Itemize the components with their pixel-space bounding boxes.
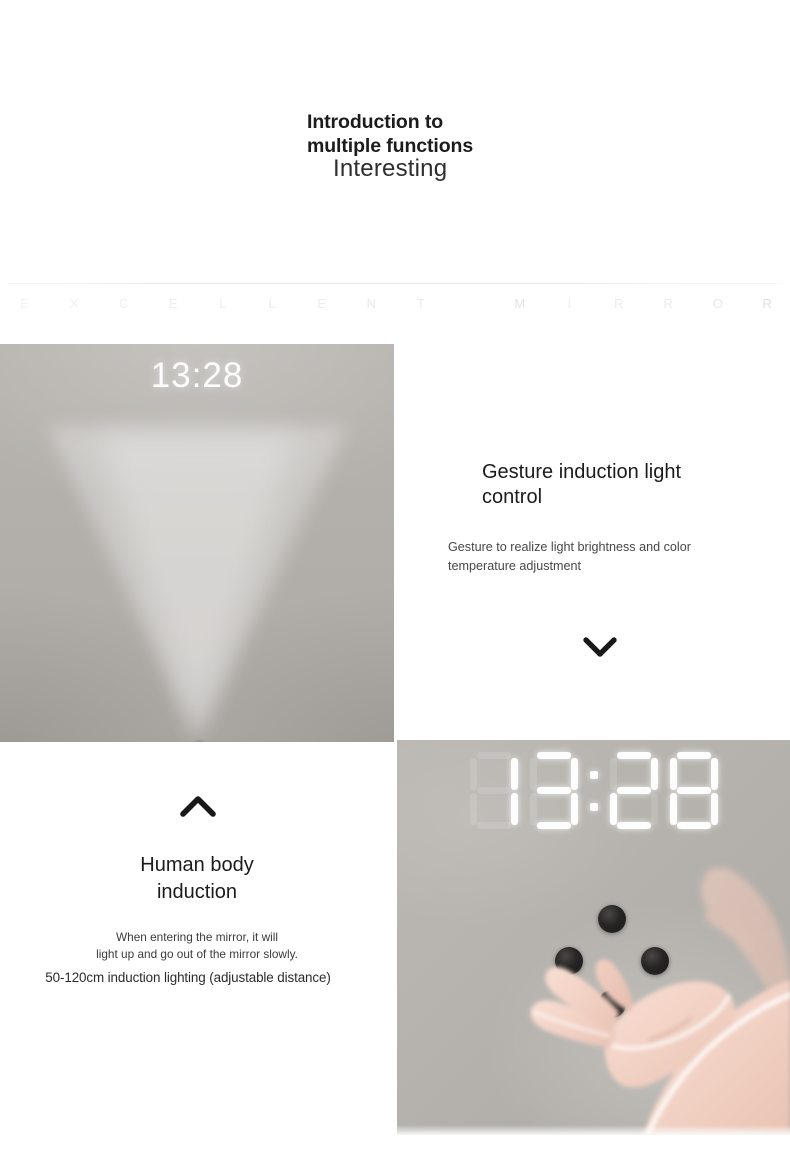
photo-bottom-fade: [397, 1125, 790, 1135]
brand-wordmark: EXCELLENT MIRROR: [0, 296, 790, 311]
chevron-up-icon: [180, 796, 216, 817]
human-sensing-photo: 13:28 Kutch 90° sensing range: [0, 344, 394, 742]
divider-line: [8, 283, 782, 284]
human-body-distance-note: 50-120cm induction lighting (adjustable …: [45, 970, 331, 985]
hero-section: Introduction to multiple functions Inter…: [0, 0, 790, 280]
wordmark-letter: R: [762, 296, 772, 311]
wordmark-letter: L: [219, 296, 227, 311]
wordmark-letter: E: [168, 296, 178, 311]
human-body-text-block: Human body induction When entering the m…: [0, 742, 394, 1175]
hand-gesture-illustration: [530, 868, 790, 1135]
wordmark-letter: M: [514, 296, 526, 311]
chevron-down-icon: [583, 637, 617, 657]
wordmark-letter: O: [712, 296, 723, 311]
human-body-description: When entering the mirror, it will light …: [96, 930, 298, 961]
wordmark-letter: [446, 296, 496, 311]
gesture-control-photo: [397, 740, 790, 1135]
light-cone-inner-shape: [97, 434, 297, 734]
gesture-heading: Gesture induction light control: [482, 461, 682, 508]
wordmark-letter: T: [416, 296, 425, 311]
wordmark-letter: R: [614, 296, 624, 311]
wordmark-letter: N: [366, 296, 376, 311]
wordmark-letter: X: [69, 296, 79, 311]
wordmark-letter: L: [268, 296, 276, 311]
wordmark-letter: E: [20, 296, 30, 311]
page-title: Introduction to multiple functions: [307, 111, 474, 157]
page-subtitle: Interesting: [333, 155, 448, 182]
wordmark-letter: R: [663, 296, 673, 311]
mirror-clock-display: 13:28: [150, 356, 244, 395]
gesture-text-block: Gesture induction light control Gesture …: [398, 344, 790, 738]
wordmark-letter: E: [317, 296, 327, 311]
wordmark-letter: C: [119, 296, 129, 311]
human-body-heading: Human body induction: [140, 854, 254, 903]
wordmark-letter: I: [567, 296, 572, 311]
gesture-description: Gesture to realize light brightness and …: [448, 540, 691, 573]
